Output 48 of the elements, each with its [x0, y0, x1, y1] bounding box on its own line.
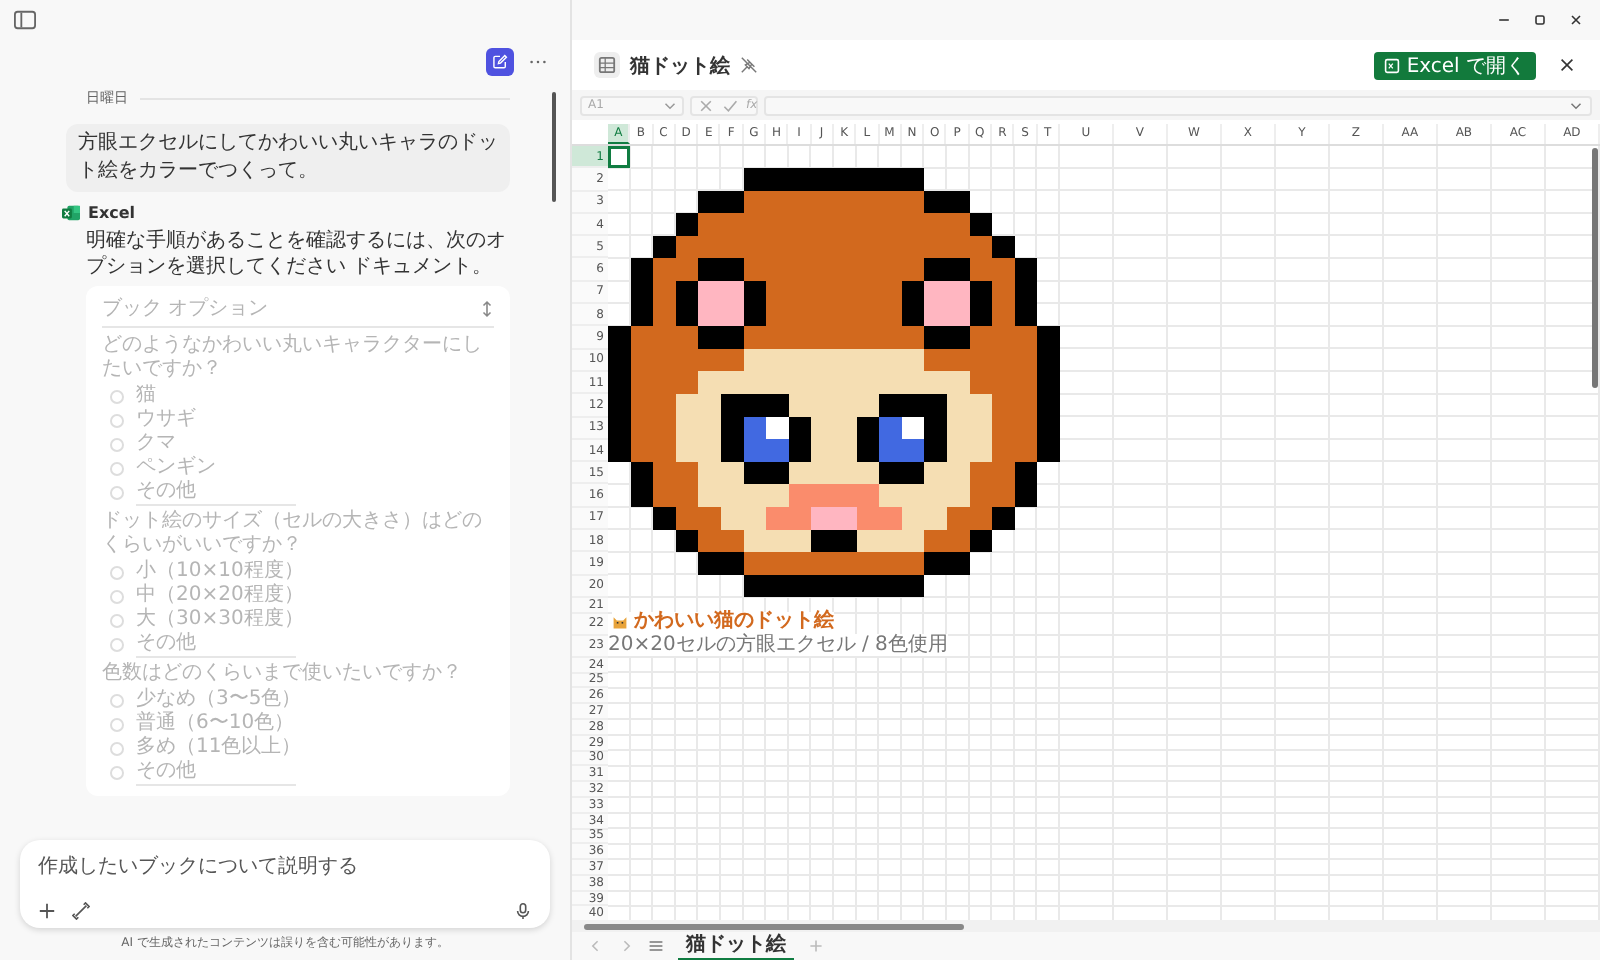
sheet-tab[interactable]: 猫ドット絵 — [678, 932, 794, 960]
selected-cell-outline[interactable] — [608, 146, 631, 169]
option-label: 多め（11色以上） — [136, 736, 302, 760]
compose-icon — [492, 54, 508, 70]
spreadsheet-logo-icon — [62, 204, 80, 222]
expand-caret-icon[interactable] — [1570, 101, 1582, 109]
sheet-title-text: かわいい猫のドット絵 — [612, 611, 834, 634]
sheet-list-icon[interactable] — [648, 938, 664, 954]
cat-icon — [612, 614, 628, 631]
close-icon[interactable] — [1558, 56, 1576, 74]
new-chat-button[interactable] — [486, 48, 514, 76]
spreadsheet-icon — [594, 52, 620, 78]
cancel-icon[interactable] — [698, 97, 714, 113]
option-label: 中（20×20程度） — [136, 584, 304, 607]
open-in-excel-button[interactable]: Excel で開く — [1374, 51, 1536, 79]
option-label: クマ — [136, 432, 176, 456]
restore-icon[interactable] — [1532, 12, 1548, 28]
option-label: ペンギン — [136, 456, 216, 480]
options-card-title: ブック オプション — [102, 295, 269, 322]
composer-placeholder: 作成したいブックについて説明する — [38, 853, 360, 880]
spreadsheet-logo-icon — [1384, 57, 1401, 73]
dropdown-caret-icon — [664, 101, 676, 109]
plus-icon[interactable] — [38, 902, 56, 920]
user-message: 方眼エクセルにしてかわいい丸いキャラのドット絵をカラーでつくって。 — [66, 124, 510, 192]
option-label: 少なめ（3〜5色） — [136, 688, 302, 711]
option-label: 普通（6〜10色） — [136, 712, 295, 735]
unpin-icon[interactable] — [740, 56, 758, 74]
assistant-message: 明確な手順があることを確認するには、次のオプションを選択してください ドキュメント。 — [86, 228, 508, 280]
option-label: 小（10×10程度） — [136, 560, 304, 583]
assistant-name: Excel — [88, 204, 136, 222]
previous-sheet-icon[interactable] — [588, 938, 604, 954]
option-label: 猫 — [136, 384, 156, 408]
message-composer[interactable]: 作成したいブックについて説明する — [20, 840, 550, 928]
question-text: ドット絵のサイズ（セルの大きさ）はどのくらいがいいですか？ — [102, 510, 484, 558]
close-icon[interactable] — [1568, 12, 1584, 28]
check-icon[interactable] — [722, 97, 738, 113]
option-label: ウサギ — [136, 408, 196, 432]
document-title: 猫ドット絵 — [630, 53, 730, 79]
question-text: 色数はどのくらいまで使いたいですか？ — [102, 662, 464, 686]
link-icon[interactable] — [72, 902, 90, 920]
add-sheet-icon[interactable] — [808, 938, 824, 954]
question-text: どのようなかわいい丸いキャラクターにしたいですか？ — [102, 334, 484, 382]
next-sheet-icon[interactable] — [618, 938, 634, 954]
sheet-caption-text: 20×20セルの方眼エクセル / 8色使用 — [608, 633, 948, 656]
formula-input[interactable] — [764, 95, 1592, 115]
sidebar-toggle-icon[interactable] — [14, 10, 36, 30]
option-label: 大（30×30程度） — [136, 608, 304, 632]
microphone-icon[interactable] — [514, 902, 532, 920]
